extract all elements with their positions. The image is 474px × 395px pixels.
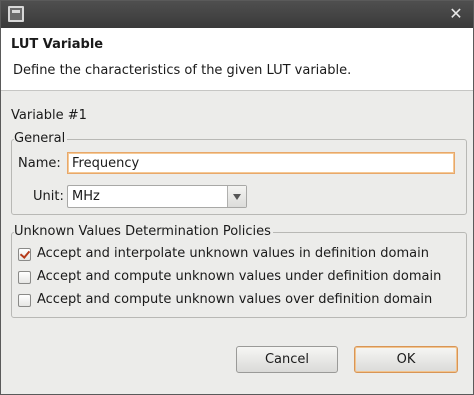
unit-label: Unit:: [33, 189, 64, 204]
unit-selected-value: MHz: [72, 189, 100, 204]
name-label: Name:: [18, 156, 61, 171]
cancel-button[interactable]: Cancel: [236, 346, 338, 373]
dialog-window: ✕ LUT Variable Define the characteristic…: [0, 0, 474, 395]
name-field[interactable]: [67, 152, 455, 174]
window-icon[interactable]: [8, 6, 24, 22]
policy-over-label: Accept and compute unknown values over d…: [37, 292, 433, 307]
dialog-title: LUT Variable: [11, 37, 104, 52]
variable-label: Variable #1: [11, 108, 87, 123]
ok-button[interactable]: OK: [354, 346, 458, 373]
unit-dropdown-toggle[interactable]: [227, 186, 246, 207]
title-bar: ✕: [1, 1, 473, 28]
policies-group-legend: Unknown Values Determination Policies: [14, 224, 273, 240]
policy-over-checkbox[interactable]: [18, 294, 31, 307]
policy-interpolate-checkbox[interactable]: [18, 248, 31, 261]
chevron-down-icon: [233, 194, 241, 200]
policy-under-label: Accept and compute unknown values under …: [37, 269, 442, 284]
general-group-legend: General: [14, 131, 68, 147]
policy-under-checkbox[interactable]: [18, 271, 31, 284]
policy-interpolate-label: Accept and interpolate unknown values in…: [37, 246, 429, 261]
dialog-header: LUT Variable Define the characteristics …: [1, 28, 473, 91]
unit-dropdown[interactable]: MHz: [67, 185, 247, 208]
dialog-description: Define the characteristics of the given …: [13, 63, 352, 78]
close-button[interactable]: ✕: [445, 4, 467, 24]
